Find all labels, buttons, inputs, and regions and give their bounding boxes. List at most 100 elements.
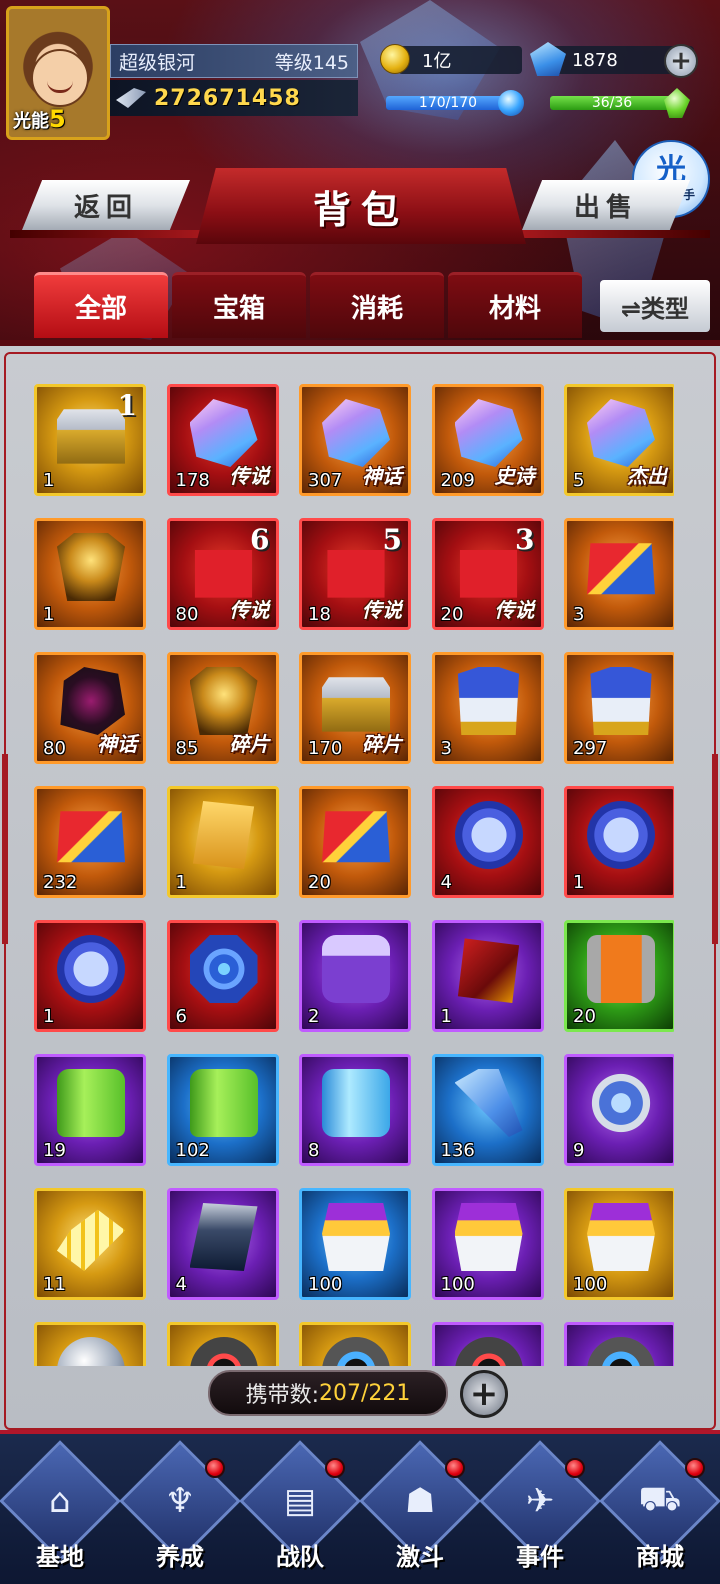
gift-icon	[327, 550, 385, 598]
nav-jet[interactable]: ✈ 事件	[479, 1440, 601, 1572]
gift-icon	[459, 550, 518, 598]
item-disc-purple-2[interactable]	[564, 1322, 674, 1366]
item-pixel-shard[interactable]: 11	[34, 1188, 146, 1300]
disc-icon	[454, 1337, 523, 1366]
item-red-card[interactable]: 1	[431, 920, 544, 1032]
basket-icon	[454, 1203, 523, 1271]
item-chest-silver[interactable]: 11	[34, 384, 146, 496]
type-filter-button[interactable]: ⇌类型	[600, 280, 710, 332]
coin-icon	[587, 801, 655, 869]
item-count: 4	[440, 872, 452, 893]
chest-icon	[57, 811, 125, 863]
item-count: 1	[440, 1006, 452, 1027]
tab-consumables[interactable]: 消耗	[310, 272, 444, 338]
item-ring[interactable]: 9	[564, 1054, 674, 1166]
item-medal-3[interactable]: 1	[34, 920, 146, 1032]
item-sphere[interactable]	[34, 1322, 146, 1366]
item-basket-blue[interactable]: 100	[299, 1188, 411, 1300]
item-green-jar[interactable]: 19	[34, 1054, 146, 1166]
notification-dot	[445, 1458, 465, 1478]
item-mystery-card[interactable]: 1	[166, 786, 279, 898]
item-count: 100	[308, 1274, 343, 1295]
item-basket-gold[interactable]: 100	[564, 1188, 674, 1300]
nav-label: 基地	[36, 1543, 84, 1571]
item-count: 85	[175, 738, 199, 759]
item-rarity-tag: 传说	[229, 464, 270, 488]
item-tablet[interactable]: 4	[166, 1188, 279, 1300]
pixels-icon	[57, 1209, 125, 1271]
item-disc-purple[interactable]	[431, 1322, 544, 1366]
item-medal[interactable]: 4	[431, 786, 544, 898]
discblue-icon	[587, 1337, 655, 1366]
player-avatar[interactable]: 光能5	[6, 6, 110, 140]
item-gift-5[interactable]: 5 18 传说	[299, 518, 411, 630]
item-gift-6[interactable]: 6 80 传说	[166, 518, 279, 630]
nav-trophy[interactable]: ♆ 养成	[119, 1440, 241, 1572]
item-count: 4	[175, 1274, 187, 1295]
sell-button[interactable]: 出售	[522, 180, 690, 230]
item-blue-jar[interactable]: 8	[299, 1054, 411, 1166]
item-box-fragment[interactable]: 170 碎片	[299, 652, 411, 764]
item-medal-2[interactable]: 1	[564, 786, 674, 898]
item-rarity-tag: 传说	[494, 598, 535, 622]
item-count: 100	[440, 1274, 475, 1295]
item-count: 1	[43, 604, 55, 625]
item-rarity-tag: 碎片	[362, 732, 402, 756]
back-button[interactable]: 返回	[22, 180, 190, 230]
item-basket-purple[interactable]: 100	[431, 1188, 544, 1300]
item-star-count: 3	[515, 523, 535, 556]
item-count: 1	[43, 470, 55, 491]
item-crystal-legend[interactable]: 178 传说	[166, 384, 279, 496]
notification-dot	[565, 1458, 585, 1478]
tablet-icon	[189, 1203, 258, 1271]
item-gold-box[interactable]: 1	[34, 518, 146, 630]
item-chest-red[interactable]: 3	[564, 518, 674, 630]
item-chest-red-2[interactable]: 232	[34, 786, 146, 898]
wing-icon	[116, 88, 146, 108]
item-robot-head-2[interactable]: 297	[564, 652, 674, 764]
item-count: 178	[175, 470, 210, 491]
item-blue-chest[interactable]: 20	[299, 786, 411, 898]
item-blue-token[interactable]: 6	[166, 920, 279, 1032]
item-blue-bottle[interactable]: 136	[431, 1054, 544, 1166]
item-dark-cube[interactable]: 80 神话	[34, 652, 146, 764]
inventory-grid: 1 1 178 传说 307 神话 209 史诗 5 杰出 1 6 80 传说 5 18 传说 3 20 传说 3 80 神…	[34, 384, 674, 1366]
expand-capacity-button[interactable]: +	[460, 1370, 508, 1418]
item-disc-red[interactable]	[166, 1322, 279, 1366]
canister-icon	[587, 935, 655, 1003]
nav-cart[interactable]: ⛟ 商城	[599, 1440, 720, 1572]
player-name: 超级银河	[119, 51, 196, 74]
item-rarity-tag: 碎片	[229, 732, 270, 756]
item-gift-3[interactable]: 3 20 传说	[431, 518, 544, 630]
helmet-icon	[57, 533, 125, 601]
dark-icon	[60, 667, 125, 735]
item-robot-head[interactable]: 3	[431, 652, 544, 764]
combat-power-value: 272671458	[154, 85, 301, 111]
item-crystal-epic[interactable]: 209 史诗	[431, 384, 544, 496]
item-count: 20	[573, 1006, 596, 1027]
item-count: 1	[573, 872, 585, 893]
nav-base[interactable]: ⌂ 基地	[0, 1440, 121, 1572]
nav-cards[interactable]: ▤ 战队	[239, 1440, 361, 1572]
tab-materials[interactable]: 材料	[448, 272, 582, 338]
tab-all[interactable]: 全部	[34, 272, 168, 338]
box-icon	[322, 677, 390, 732]
item-disc-blue[interactable]	[299, 1322, 411, 1366]
stamina-bar-green: 36/36	[550, 96, 674, 110]
item-count: 232	[43, 872, 78, 893]
item-crystal-myth[interactable]: 307 神话	[299, 384, 411, 496]
item-count: 1	[175, 872, 187, 893]
item-count: 6	[175, 1006, 187, 1027]
nav-fighter[interactable]: ☗ 激斗	[359, 1440, 481, 1572]
item-helmet-fragment[interactable]: 85 碎片	[166, 652, 279, 764]
item-energy-box[interactable]: 2	[299, 920, 411, 1032]
add-gems-button[interactable]: +	[664, 44, 698, 78]
item-canister[interactable]: 20	[564, 920, 674, 1032]
item-green-jar-small[interactable]: 102	[166, 1054, 279, 1166]
item-count: 2	[308, 1006, 320, 1027]
item-crystal-outstanding[interactable]: 5 杰出	[564, 384, 674, 496]
item-count: 1	[43, 1006, 55, 1027]
notification-dot	[205, 1458, 225, 1478]
coin-icon	[57, 935, 125, 1003]
tab-chests[interactable]: 宝箱	[172, 272, 306, 338]
